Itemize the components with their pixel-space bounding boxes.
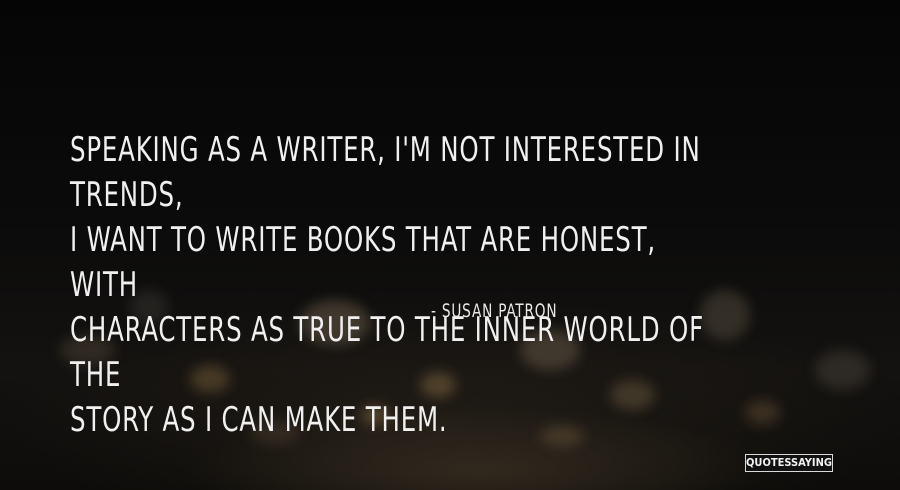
quote-text: SPEAKING AS A WRITER, I'M NOT INTERESTED… — [70, 130, 704, 440]
quote-author: - SUSAN PATRON — [431, 300, 558, 322]
watermark-logo: QUOTESSAYINGS.NET — [745, 454, 833, 472]
bokeh-light — [815, 350, 870, 390]
bokeh-light — [745, 400, 780, 425]
quote-image: SPEAKING AS A WRITER, I'M NOT INTERESTED… — [0, 0, 900, 490]
